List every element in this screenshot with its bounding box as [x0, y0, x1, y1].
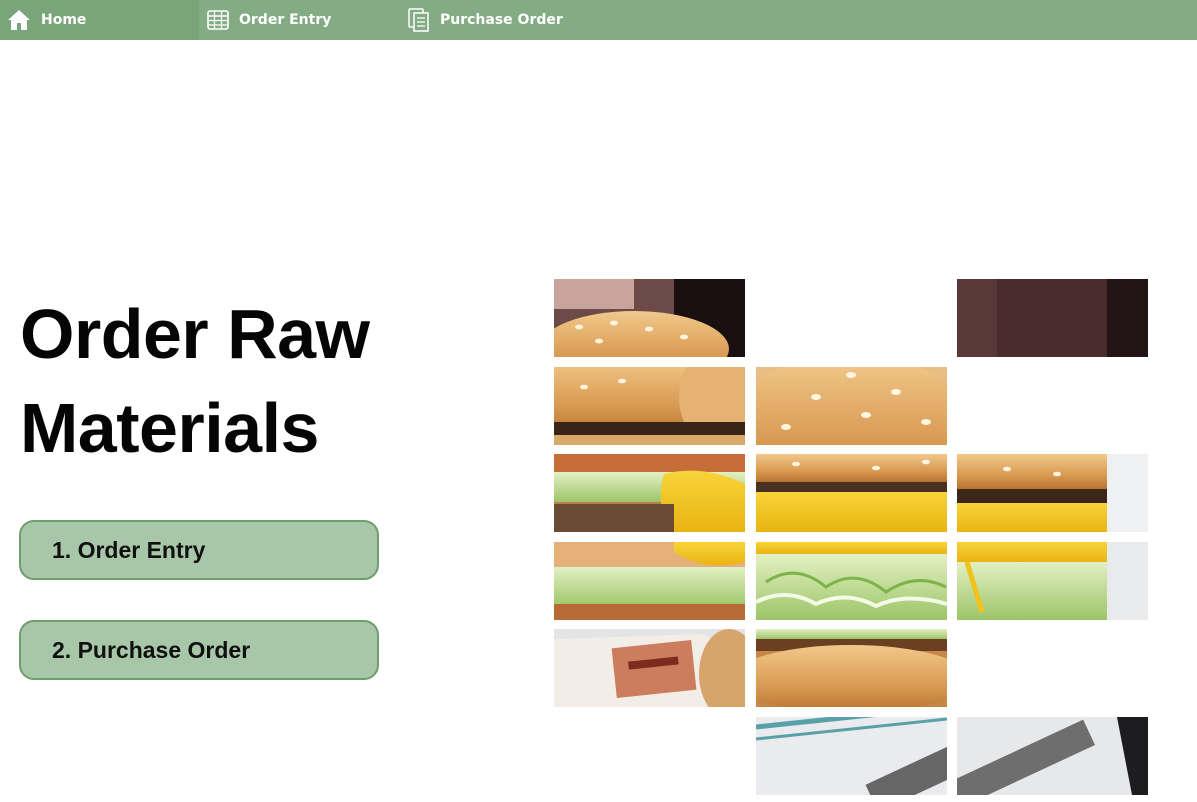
- photo-tile: [957, 279, 1148, 357]
- photo-tile: [756, 542, 947, 620]
- table-icon: [207, 10, 229, 30]
- photo-tile: [957, 717, 1148, 795]
- order-entry-button-label: 1. Order Entry: [52, 536, 206, 563]
- nav-order-entry-tab[interactable]: Order Entry: [199, 0, 399, 40]
- nav-purchase-order-label: Purchase Order: [440, 12, 563, 28]
- photo-tile: [957, 542, 1148, 620]
- purchase-order-button-label: 2. Purchase Order: [52, 636, 251, 663]
- nav-order-entry-label: Order Entry: [239, 12, 332, 28]
- home-icon: [7, 9, 31, 31]
- nav-home-tab[interactable]: Home: [0, 0, 199, 40]
- photo-tile: [756, 717, 947, 795]
- photo-tile: [756, 367, 947, 445]
- photo-tile: [554, 279, 745, 357]
- order-entry-button[interactable]: 1. Order Entry: [19, 520, 379, 580]
- photo-tile: [957, 454, 1148, 532]
- photo-tile: [554, 542, 745, 620]
- photo-tile: [756, 454, 947, 532]
- nav-purchase-order-tab[interactable]: Purchase Order: [399, 0, 599, 40]
- page-title: Order Raw Materials: [20, 295, 370, 467]
- top-nav-bar: Home Order Entry Purchase Order: [0, 0, 1197, 40]
- photo-tile: [554, 367, 745, 445]
- photo-tile: [554, 454, 745, 532]
- photo-tile: [756, 629, 947, 707]
- document-icon: [408, 8, 430, 32]
- nav-home-label: Home: [41, 12, 87, 28]
- photo-tile: [554, 629, 745, 707]
- purchase-order-button[interactable]: 2. Purchase Order: [19, 620, 379, 680]
